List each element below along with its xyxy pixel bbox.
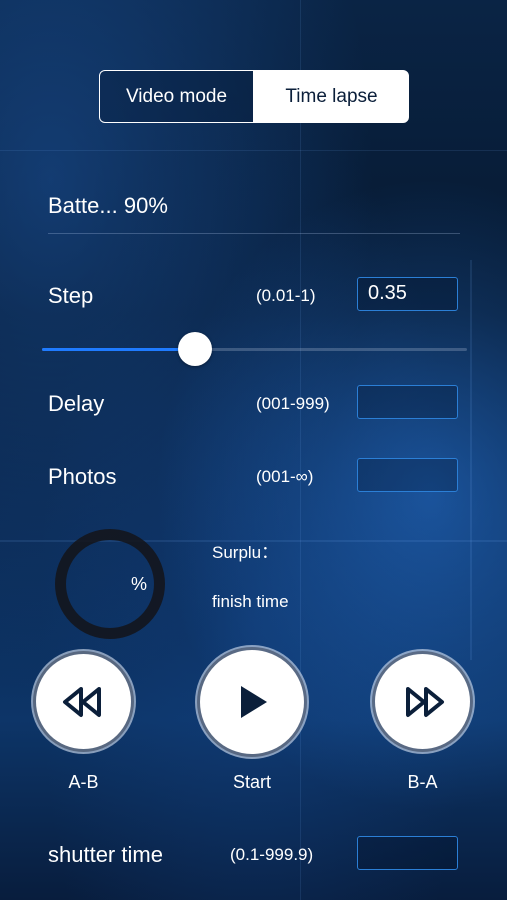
step-slider[interactable] bbox=[42, 332, 467, 366]
progress-ring bbox=[55, 529, 165, 639]
step-range: (0.01-1) bbox=[256, 286, 316, 305]
shutter-time-label: shutter time bbox=[48, 842, 163, 867]
start-button[interactable] bbox=[200, 650, 304, 754]
surplus-label: Surplu： bbox=[212, 543, 279, 562]
battery-label: Batte... bbox=[48, 193, 118, 218]
ab-label: A-B bbox=[68, 772, 99, 792]
shutter-time-range: (0.1-999.9) bbox=[230, 845, 314, 864]
rewind-icon bbox=[62, 686, 101, 717]
background-line bbox=[0, 150, 507, 151]
delay-label: Delay bbox=[48, 391, 105, 416]
step-input[interactable]: 0.35 bbox=[357, 277, 458, 311]
forward-ba-button[interactable] bbox=[375, 654, 470, 749]
background-line bbox=[470, 260, 472, 660]
photos-input[interactable] bbox=[357, 458, 458, 492]
step-slider-thumb[interactable] bbox=[178, 332, 212, 366]
time-lapse-tab[interactable]: Time lapse bbox=[254, 70, 409, 123]
background-line bbox=[300, 0, 301, 900]
step-slider-fill bbox=[42, 348, 195, 351]
battery-value: 90% bbox=[123, 193, 168, 218]
ba-label: B-A bbox=[407, 772, 438, 792]
finish-time-label: finish time bbox=[212, 592, 289, 611]
video-mode-tab[interactable]: Video mode bbox=[99, 70, 254, 123]
progress-percent: % bbox=[131, 574, 148, 594]
battery-divider bbox=[48, 233, 460, 234]
step-label: Step bbox=[48, 283, 94, 308]
shutter-time-input[interactable] bbox=[357, 836, 458, 870]
rewind-ab-button[interactable] bbox=[36, 654, 131, 749]
delay-input[interactable] bbox=[357, 385, 458, 419]
battery-status: Batte... 90% bbox=[48, 193, 168, 219]
start-label: Start bbox=[232, 772, 271, 792]
photos-range: (001-∞) bbox=[256, 467, 314, 486]
fast-forward-icon bbox=[405, 686, 444, 717]
delay-range: (001-999) bbox=[256, 394, 330, 413]
play-icon bbox=[241, 686, 267, 718]
photos-label: Photos bbox=[48, 464, 117, 489]
